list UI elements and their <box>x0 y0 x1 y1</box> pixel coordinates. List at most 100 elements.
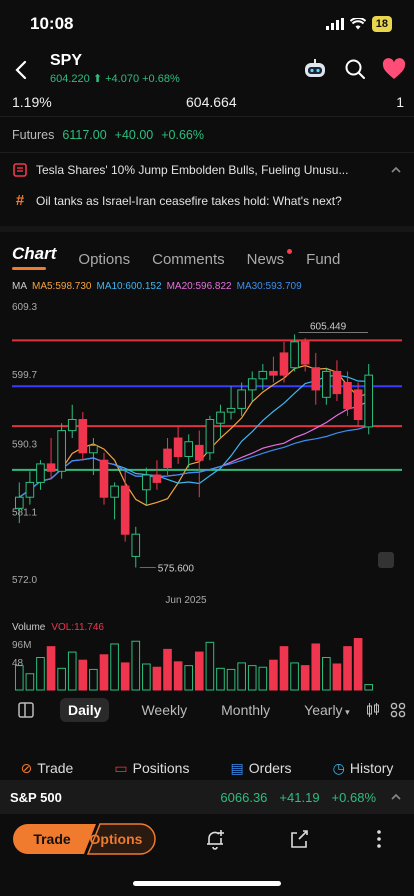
candle-body <box>152 474 162 483</box>
volume-bar <box>142 663 151 691</box>
back-arrow-icon[interactable] <box>10 58 34 82</box>
candle-body <box>57 430 66 472</box>
volume-label: Volume <box>12 622 46 633</box>
tab-news-label: News <box>246 251 285 268</box>
ma30-line <box>18 425 369 498</box>
grid-layout-icon[interactable] <box>390 702 406 718</box>
signal-icon <box>325 18 344 30</box>
trade-button[interactable]: Trade <box>33 831 71 847</box>
news-headline: Tesla Shares' 10% Jump Embolden Bulls, F… <box>36 163 349 177</box>
candle-body <box>46 463 56 472</box>
status-icons: 18 <box>325 16 392 32</box>
futures-change: +40.00 <box>114 128 154 142</box>
period-monthly[interactable]: Monthly <box>221 702 270 718</box>
volume-bar <box>216 667 225 691</box>
period-yearly[interactable]: Yearly ▾ <box>304 702 349 718</box>
ma20-value: MA20:596.822 <box>166 281 232 292</box>
battery-icon: 18 <box>371 16 392 32</box>
volume-bar <box>237 662 246 691</box>
tab-positions-label: Positions <box>132 760 190 776</box>
volume-bar <box>247 665 257 691</box>
news-item[interactable]: # Oil tanks as Israel-Iran ceasefire tak… <box>12 192 402 209</box>
favorite-heart-icon[interactable] <box>382 58 406 80</box>
period-weekly[interactable]: Weekly <box>141 702 187 718</box>
candle-body <box>269 370 278 376</box>
tab-news[interactable]: News <box>246 249 293 268</box>
options-button[interactable]: Options <box>90 831 143 847</box>
candle-body <box>311 367 321 391</box>
candle-body <box>120 485 130 535</box>
candle-body <box>142 474 151 491</box>
search-icon[interactable] <box>344 58 366 80</box>
fullscreen-icon[interactable] <box>378 552 394 568</box>
tab-bar: Chart Options Comments News Fund <box>12 244 340 270</box>
volume-bar <box>57 667 66 691</box>
period-daily[interactable]: Daily <box>60 698 110 722</box>
metric-left: 1.19% <box>12 94 52 110</box>
volume-bar <box>152 666 162 691</box>
tab-orders[interactable]: ▤ Orders <box>231 760 292 777</box>
price-change: +4.070 <box>105 73 140 85</box>
y-tick-label: 572.0 <box>12 575 37 586</box>
x-axis-label: Jun 2025 <box>165 595 207 606</box>
positions-icon: ▭ <box>114 760 128 776</box>
candle-body <box>247 378 257 391</box>
news-item[interactable]: Tesla Shares' 10% Jump Embolden Bulls, F… <box>12 163 402 177</box>
tab-comments[interactable]: Comments <box>152 251 225 268</box>
tab-positions[interactable]: ▭ Positions <box>114 760 189 777</box>
high-annotation: 605.449 <box>310 321 347 332</box>
volume-bar <box>364 684 374 691</box>
ma-legend[interactable]: MA MA5:598.730 MA10:600.152 MA20:596.822… <box>12 281 302 292</box>
candle-body <box>173 437 183 458</box>
tab-trade[interactable]: ⊘ Trade <box>21 760 74 777</box>
futures-row[interactable]: Futures 6117.00 +40.00 +0.66% <box>12 128 204 142</box>
volume-bar <box>110 643 119 691</box>
volume-tick-label: 48 <box>12 658 24 669</box>
volume-bar <box>25 673 35 691</box>
candlestick-chart[interactable]: 609.3 599.7 590.3 581.1 572.0 605.449 575.600 J… <box>0 298 414 608</box>
candle-body <box>205 419 215 454</box>
y-tick-label: 609.3 <box>12 302 37 313</box>
share-icon[interactable] <box>288 828 310 850</box>
home-indicator <box>133 881 281 886</box>
y-tick-label: 581.1 <box>12 508 37 519</box>
candle-type-icon[interactable] <box>366 702 380 718</box>
tab-history[interactable]: ◷ History <box>333 760 394 777</box>
divider <box>0 152 414 153</box>
wifi-icon <box>349 18 366 30</box>
volume-bar <box>46 646 56 691</box>
candle-body <box>364 374 374 428</box>
futures-label: Futures <box>12 128 55 142</box>
index-ticker-row[interactable]: S&P 500 6066.36 +41.19 +0.68% <box>0 780 414 814</box>
chevron-up-icon[interactable] <box>390 792 402 802</box>
candle-body <box>258 370 268 380</box>
chevron-up-icon[interactable] <box>390 165 402 175</box>
price-change-pct: +0.68% <box>142 73 180 85</box>
last-price: 604.220 <box>50 73 90 85</box>
tab-trade-label: Trade <box>37 760 74 776</box>
metric-right: 1 <box>396 94 404 110</box>
candle-body <box>353 389 363 421</box>
volume-bar <box>279 646 289 691</box>
robot-assistant-icon[interactable] <box>302 58 328 80</box>
tab-orders-label: Orders <box>248 760 292 776</box>
volume-chart[interactable]: 96M 48 <box>0 636 414 692</box>
tab-chart[interactable]: Chart <box>12 244 56 270</box>
candle-body <box>279 352 289 376</box>
more-vertical-icon[interactable] <box>376 829 382 849</box>
price-alert-bell-icon[interactable] <box>204 828 226 850</box>
volume-value: VOL:11.746 <box>51 622 104 633</box>
dropdown-caret-icon: ▾ <box>342 707 350 717</box>
divider <box>0 116 414 117</box>
candle-body <box>194 444 204 461</box>
metric-mid: 604.664 <box>186 94 237 110</box>
tab-options[interactable]: Options <box>78 251 130 268</box>
volume-bar <box>184 665 194 691</box>
volume-bar <box>78 659 88 691</box>
y-tick-label: 599.7 <box>12 370 37 381</box>
volume-bar <box>99 654 109 691</box>
candle-body <box>67 419 77 432</box>
tab-fund[interactable]: Fund <box>306 251 340 268</box>
sidebar-toggle-icon[interactable] <box>18 702 34 718</box>
index-price: 6066.36 <box>220 789 268 805</box>
